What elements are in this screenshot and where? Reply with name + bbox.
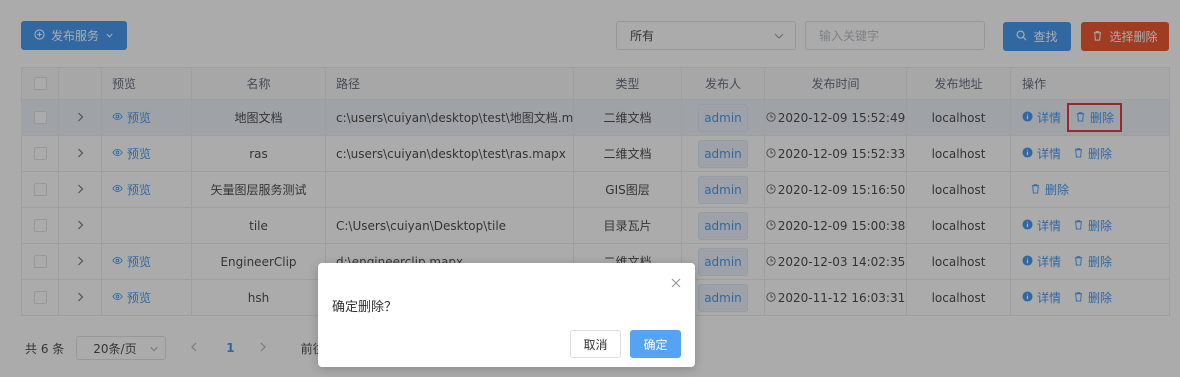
cancel-button[interactable]: 取消 <box>570 330 621 358</box>
confirm-delete-dialog: 确定删除？ 取消 确定 <box>318 263 695 367</box>
close-icon[interactable] <box>671 277 681 291</box>
confirm-button[interactable]: 确定 <box>630 330 681 358</box>
dialog-message: 确定删除？ <box>332 300 398 315</box>
